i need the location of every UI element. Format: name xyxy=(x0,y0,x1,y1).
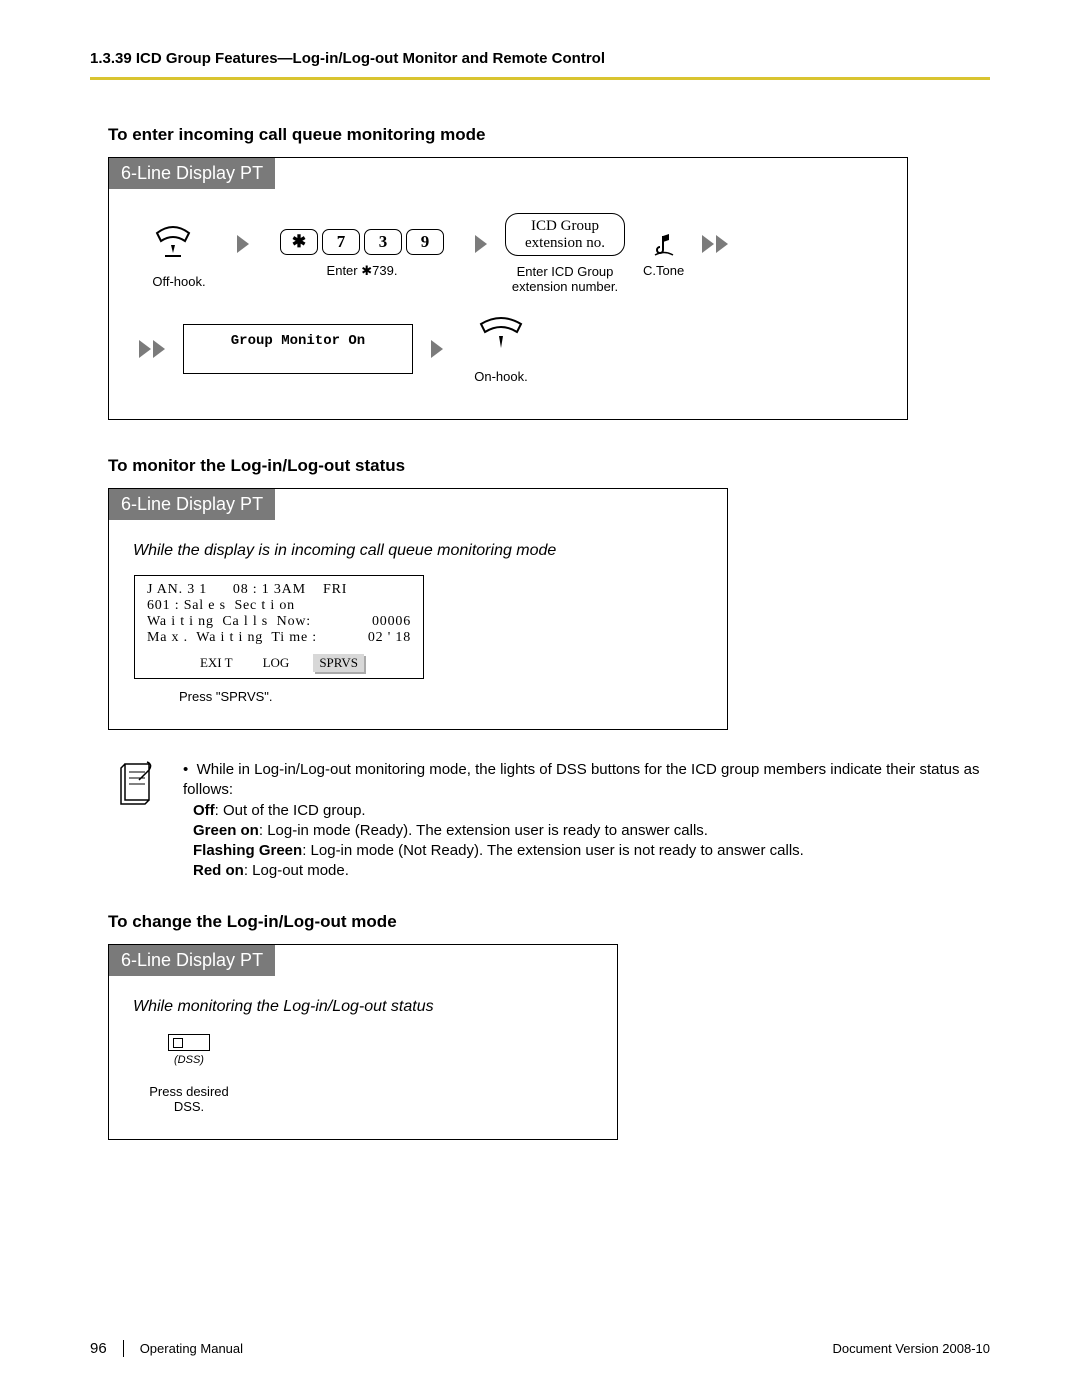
note-icon xyxy=(115,760,157,808)
lcd-line3: Wa i t i ng Ca l l s Now: 00006 xyxy=(141,614,417,630)
note-red-t: : Log-out mode. xyxy=(244,862,349,879)
icd-ext-box: ICD Group extension no. xyxy=(505,213,625,256)
arrow-icon xyxy=(237,235,249,253)
onhook-caption: On-hook. xyxy=(461,369,541,384)
icd-line1: ICD Group xyxy=(520,218,610,235)
panel1-tab: 6-Line Display PT xyxy=(109,158,275,189)
offhook-icon xyxy=(149,219,209,261)
dss-step: (DSS) Press desired DSS. xyxy=(134,1034,244,1114)
step-offhook: Off-hook. xyxy=(139,219,219,289)
lcd-display: J AN. 3 1 08 : 1 3AM FRI 601 : Sal e s S… xyxy=(134,575,424,679)
note-block: • While in Log-in/Log-out monitoring mod… xyxy=(115,760,990,882)
note-flash-t: : Log-in mode (Not Ready). The extension… xyxy=(302,842,804,859)
step-keys: ✱ 7 3 9 Enter ✱739. xyxy=(267,229,457,279)
note-intro: While in Log-in/Log-out monitoring mode,… xyxy=(183,761,980,798)
panel2-subtitle: While the display is in incoming call qu… xyxy=(133,542,727,560)
offhook-caption: Off-hook. xyxy=(139,274,219,289)
step-icd-ext: ICD Group extension no. Enter ICD Group … xyxy=(505,213,625,294)
softkey-sprvs[interactable]: SPRVS xyxy=(313,654,364,672)
arrow-double-icon xyxy=(702,235,728,253)
section3-title: To change the Log-in/Log-out mode xyxy=(108,912,990,932)
dss-button-icon xyxy=(168,1034,210,1051)
lcd-line4-label: Ma x . Wa i t i ng Ti me : xyxy=(147,630,368,646)
ctone: C.Tone xyxy=(643,230,684,278)
icd-line2: extension no. xyxy=(520,235,610,252)
key-7: 7 xyxy=(322,229,360,255)
ctone-icon xyxy=(649,230,679,260)
panel-enter-monitoring: 6-Line Display PT Off-hook. ✱ 7 3 9 Ente… xyxy=(108,157,908,420)
footer: 96 Operating Manual Document Version 200… xyxy=(90,1340,990,1357)
lcd-line1: J AN. 3 1 08 : 1 3AM FRI xyxy=(141,582,417,598)
panel-monitor-status: 6-Line Display PT While the display is i… xyxy=(108,488,728,730)
arrow-double-icon xyxy=(139,340,165,358)
lcd-line4: Ma x . Wa i t i ng Ti me : 02 ' 18 xyxy=(141,630,417,646)
lcd-softkeys: EXI T LOG SPRVS xyxy=(141,654,417,672)
note-green-b: Green on xyxy=(193,822,259,839)
manual-label: Operating Manual xyxy=(124,1341,243,1356)
dss-caption: Press desired DSS. xyxy=(134,1084,244,1114)
key-9: 9 xyxy=(406,229,444,255)
lcd-line4-value: 02 ' 18 xyxy=(368,630,411,646)
arrow-icon xyxy=(431,340,443,358)
icd-caption1: Enter ICD Group xyxy=(505,264,625,279)
note-text: • While in Log-in/Log-out monitoring mod… xyxy=(177,760,990,882)
note-flash-b: Flashing Green xyxy=(193,842,302,859)
lcd-line2: 601 : Sal e s Sec t i on xyxy=(141,598,417,614)
section2-title: To monitor the Log-in/Log-out status xyxy=(108,456,990,476)
key-star: ✱ xyxy=(280,229,318,255)
page-number: 96 xyxy=(90,1340,124,1357)
key-3: 3 xyxy=(364,229,402,255)
section1-title: To enter incoming call queue monitoring … xyxy=(108,125,990,145)
softkey-exit[interactable]: EXI T xyxy=(194,654,239,672)
arrow-icon xyxy=(475,235,487,253)
enter-caption: Enter ✱739. xyxy=(267,263,457,279)
ctone-label: C.Tone xyxy=(643,263,684,278)
lcd-line3-value: 00006 xyxy=(372,614,411,630)
note-off-t: : Out of the ICD group. xyxy=(215,802,366,819)
doc-version: Document Version 2008-10 xyxy=(832,1341,990,1356)
flow-row-1: Off-hook. ✱ 7 3 9 Enter ✱739. ICD Group … xyxy=(109,203,907,304)
panel3-tab: 6-Line Display PT xyxy=(109,945,275,976)
note-green-t: : Log-in mode (Ready). The extension use… xyxy=(259,822,708,839)
flow-row-2: Group Monitor On On-hook. xyxy=(109,304,907,394)
panel2-tab: 6-Line Display PT xyxy=(109,489,275,520)
dss-label: (DSS) xyxy=(134,1054,244,1066)
press-sprvs-caption: Press "SPRVS". xyxy=(179,689,727,704)
display-box: Group Monitor On xyxy=(183,324,413,374)
icd-caption2: extension number. xyxy=(505,279,625,294)
note-red-b: Red on xyxy=(193,862,244,879)
lcd-line3-label: Wa i t i ng Ca l l s Now: xyxy=(147,614,372,630)
onhook-icon xyxy=(471,314,531,356)
step-onhook: On-hook. xyxy=(461,314,541,384)
softkey-log[interactable]: LOG xyxy=(257,654,296,672)
panel3-subtitle: While monitoring the Log-in/Log-out stat… xyxy=(133,998,617,1016)
panel-change-mode: 6-Line Display PT While monitoring the L… xyxy=(108,944,618,1140)
page-header: 1.3.39 ICD Group Features—Log-in/Log-out… xyxy=(90,50,990,80)
note-off-b: Off xyxy=(193,802,215,819)
